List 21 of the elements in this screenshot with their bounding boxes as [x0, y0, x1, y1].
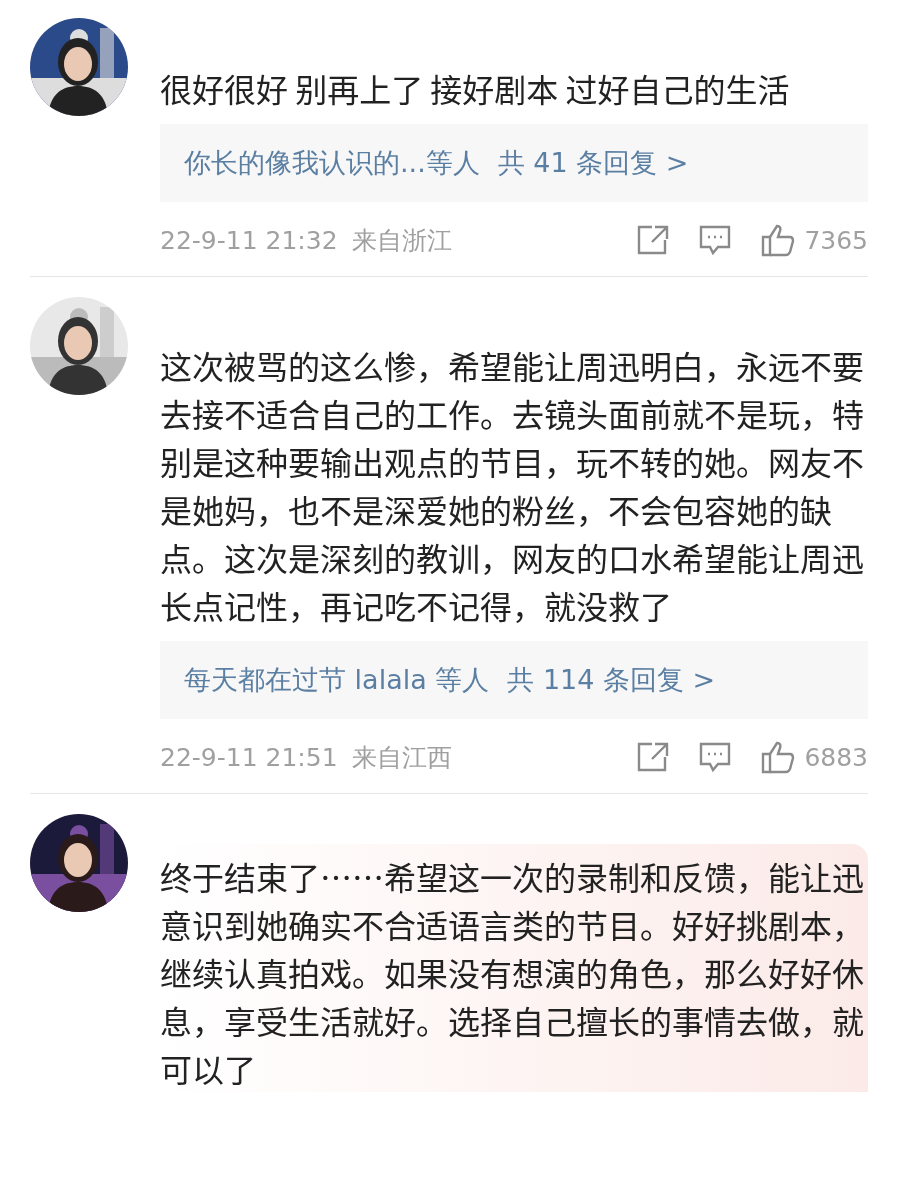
like-count: 6883	[804, 742, 868, 772]
comment-icon[interactable]	[698, 224, 733, 256]
thumbs-up-icon[interactable]	[760, 740, 797, 774]
comment-text: 这次被骂的这么惨，希望能让周迅明白，永远不要去接不适合自己的工作。去镜头面前就不是玩，特别是这种要输出观点的节目，玩不转的她。网友不是她妈，也不是深爱她的粉丝，不会包容她的缺点。这次是深刻的教训，网友的口水希望能让周迅长点记性，再记吃不记得，就没救了	[160, 341, 865, 629]
comment-location: 来自浙江	[351, 224, 452, 257]
comment-text: 终于结束了……希望这一次的录制和反馈，能让迅意识到她确实不合适语言类的节目。好好挑剧本，继续认真拍戏。如果没有想演的角色，那么好好休息，享受生活就好。选择自己擅长的事情去做，就可以了	[160, 844, 868, 1092]
share-icon[interactable]	[636, 224, 671, 256]
reply-count: 共 114 条回复 >	[507, 663, 716, 697]
comment-time: 22-9-11 21:51	[160, 742, 338, 772]
replies-bar[interactable]: 每天都在过节 lalala 等人 共 114 条回复 >	[160, 641, 868, 719]
comment-time: 22-9-11 21:32	[160, 225, 338, 255]
reply-users: 你长的像我认识的...等人	[184, 146, 480, 180]
like-count: 7365	[804, 225, 868, 255]
comment-text: 很好很好 别再上了 接好剧本 过好自己的生活	[160, 64, 791, 112]
comment-icon[interactable]	[698, 741, 733, 773]
reply-count: 共 41 条回复 >	[497, 146, 689, 180]
replies-bar[interactable]: 你长的像我认识的...等人 共 41 条回复 >	[160, 124, 868, 202]
comment-location: 来自江西	[351, 741, 452, 774]
thumbs-up-icon[interactable]	[760, 223, 797, 257]
share-icon[interactable]	[636, 741, 671, 773]
reply-users: 每天都在过节 lalala 等人	[184, 663, 490, 697]
